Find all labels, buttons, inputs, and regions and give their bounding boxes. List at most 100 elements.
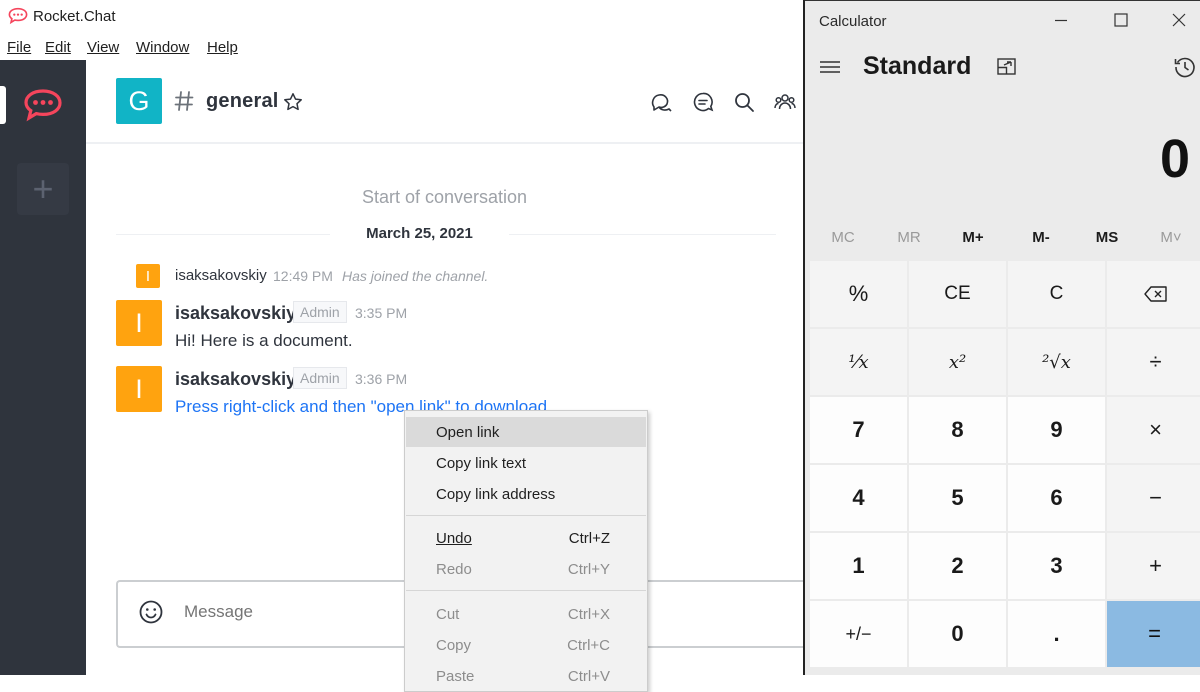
menu-item-label: Copy link text [436,455,527,472]
digit-1-key[interactable]: 1 [810,533,907,599]
menu-item-shortcut: Ctrl+X [567,606,610,623]
menu-help-label: Help [207,39,238,56]
memory-recall-button[interactable]: MR [876,229,942,246]
menu-item-shortcut: Ctrl+Z [568,530,610,547]
history-icon[interactable] [1173,55,1197,79]
rocketchat-logo-icon [8,7,28,25]
system-message-text: Has joined the channel. [342,268,489,284]
clear-key[interactable]: C [1008,261,1105,327]
search-icon[interactable] [733,91,755,113]
hamburger-menu-icon[interactable] [819,58,841,76]
memory-add-button[interactable]: M+ [940,229,1006,246]
subtract-key[interactable]: − [1107,465,1200,531]
memory-store-button[interactable]: MS [1074,229,1140,246]
add-server-button[interactable]: + [17,163,69,215]
room-avatar[interactable]: G [116,78,162,124]
context-menu: Open link Copy link text Copy link addre… [404,410,648,692]
square-key[interactable]: x² [909,329,1006,395]
menu-item-label: Undo [436,530,472,547]
menu-separator [406,590,646,591]
backspace-icon [1143,286,1167,302]
conversation-start: Start of conversation [361,187,528,207]
menu-item-label: Open link [436,424,500,441]
server-sidebar: + [0,60,86,675]
avatar[interactable]: I [136,264,160,288]
calculator-title: Calculator [819,13,887,30]
menu-edit-label: Edit [45,39,71,56]
decimal-key[interactable]: . [1008,601,1105,667]
maximize-icon[interactable] [1111,10,1131,30]
close-icon[interactable] [1169,10,1189,30]
negate-key[interactable]: +/− [810,601,907,667]
emoji-icon[interactable] [138,599,164,625]
calculator-window: Calculator Standard 0 MC MR M+ M- MS M˅ … [803,0,1200,675]
avatar[interactable]: I [116,366,162,412]
add-key[interactable]: + [1107,533,1200,599]
menu-item-copy: Copy Ctrl+C [406,630,646,660]
keep-on-top-icon[interactable] [995,56,1019,78]
menu-item-copy-link-address[interactable]: Copy link address [406,479,646,509]
message-username[interactable]: isaksakovskiy [175,369,296,390]
menu-window-label: Window [136,39,190,56]
memory-list-button[interactable]: M˅ [1138,229,1200,246]
star-icon[interactable] [283,92,303,112]
menu-edit[interactable]: Edit [45,39,71,56]
menu-file[interactable]: File [7,39,31,56]
menu-item-label: Copy [436,637,472,654]
menu-item-shortcut: Ctrl+V [567,668,610,685]
divide-key[interactable]: ÷ [1107,329,1200,395]
menu-item-label: Cut [436,606,460,623]
rocketchat-titlebar: Rocket.Chat [0,0,803,34]
discussion-icon[interactable] [650,91,672,113]
menu-bar: File Edit View Window Help [0,34,803,60]
minimize-icon[interactable] [1051,10,1071,30]
date-divider: March 25, 2021 [86,225,753,243]
menu-item-shortcut: Ctrl+C [567,637,610,654]
digit-2-key[interactable]: 2 [909,533,1006,599]
digit-3-key[interactable]: 3 [1008,533,1105,599]
menu-window[interactable]: Window [136,39,189,56]
menu-item-copy-link-text[interactable]: Copy link text [406,448,646,478]
message-username[interactable]: isaksakovskiy [175,303,296,324]
square-root-key[interactable]: ²√x [1008,329,1105,395]
menu-help[interactable]: Help [207,39,238,56]
digit-7-key[interactable]: 7 [810,397,907,463]
equals-key[interactable]: = [1107,601,1200,667]
menu-item-open-link[interactable]: Open link [406,417,646,447]
message-input[interactable] [182,601,386,623]
menu-view[interactable]: View [87,39,119,56]
reciprocal-key[interactable]: ¹⁄x [810,329,907,395]
digit-9-key[interactable]: 9 [1008,397,1105,463]
digit-4-key[interactable]: 4 [810,465,907,531]
menu-item-redo: Redo Ctrl+Y [406,554,646,584]
hash-icon [174,91,194,111]
avatar[interactable]: I [116,300,162,346]
threads-icon[interactable] [692,91,714,113]
memory-clear-button[interactable]: MC [810,229,876,246]
room-header: G general [86,60,803,144]
message-text: Hi! Here is a document. [175,331,353,350]
clear-entry-key[interactable]: CE [909,261,1006,327]
menu-item-cut: Cut Ctrl+X [406,599,646,629]
backspace-key[interactable] [1107,261,1200,327]
digit-5-key[interactable]: 5 [909,465,1006,531]
memory-subtract-button[interactable]: M- [1008,229,1074,246]
multiply-key[interactable]: × [1107,397,1200,463]
message-username[interactable]: isaksakovskiy [175,267,267,284]
role-badge: Admin [293,367,347,389]
percent-key[interactable]: % [810,261,907,327]
members-icon[interactable] [774,91,796,113]
digit-8-key[interactable]: 8 [909,397,1006,463]
digit-0-key[interactable]: 0 [909,601,1006,667]
message-time: 3:35 PM [355,305,408,321]
menu-item-undo[interactable]: Undo Ctrl+Z [406,523,646,553]
menu-item-label: Paste [436,668,475,685]
mode-title: Standard [863,52,972,80]
digit-6-key[interactable]: 6 [1008,465,1105,531]
menu-item-paste: Paste Ctrl+V [406,661,646,691]
menu-view-label: View [87,39,120,56]
rocketchat-server-icon[interactable] [22,87,64,123]
date-label: March 25, 2021 [330,225,509,242]
menu-item-label: Redo [436,561,472,578]
message-time: 3:36 PM [355,371,408,387]
